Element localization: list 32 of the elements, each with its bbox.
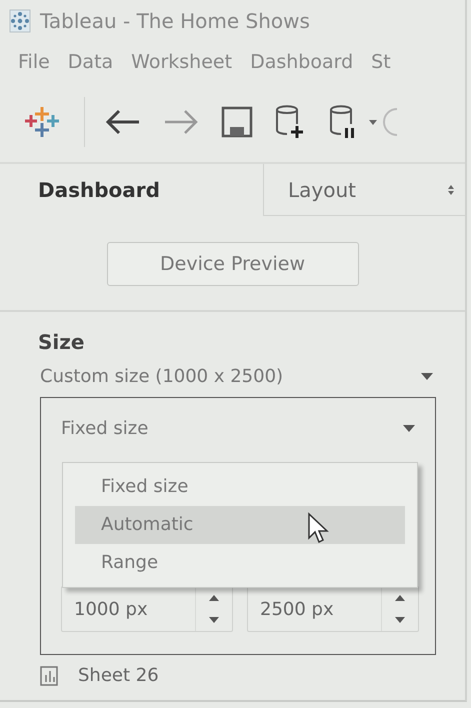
window-title: Tableau - The Home Shows (40, 9, 310, 33)
device-preview-button[interactable]: Device Preview (106, 242, 358, 286)
size-dropdown[interactable]: Custom size (1000 x 2500) (40, 366, 433, 387)
menu-item[interactable]: Dashboard (250, 51, 354, 73)
menu-item[interactable]: St (371, 51, 391, 73)
logo-icon[interactable] (24, 105, 60, 139)
menu-option[interactable]: Range (75, 544, 405, 582)
save-icon[interactable] (221, 106, 253, 138)
down-arrow-icon[interactable] (395, 617, 405, 623)
back-icon[interactable] (105, 109, 141, 135)
down-arrow-icon[interactable] (209, 617, 219, 623)
panel-tab[interactable]: Dashboard (0, 164, 263, 216)
sheet-icon (40, 666, 58, 686)
caret-icon (403, 425, 415, 432)
panel-tab[interactable]: Layout (263, 164, 465, 216)
number-spinner[interactable]: 2500 px (247, 586, 419, 632)
up-arrow-icon[interactable] (209, 595, 219, 601)
caret-icon[interactable] (369, 120, 377, 124)
updown-icon (447, 184, 455, 196)
cursor-icon (307, 512, 329, 544)
section-heading: Size (37, 329, 86, 354)
size-mode-dropdown[interactable]: Fixed size (61, 398, 415, 439)
menu-item[interactable]: File (18, 51, 50, 73)
app-icon (8, 8, 32, 34)
caret-icon (421, 373, 433, 380)
menu-item[interactable]: Worksheet (131, 51, 232, 73)
up-arrow-icon[interactable] (395, 595, 405, 601)
menu-option[interactable]: Automatic (75, 506, 405, 544)
sheet-name[interactable]: Sheet 26 (78, 665, 159, 686)
menu-option[interactable]: Fixed size (75, 468, 405, 506)
menu-item[interactable]: Data (68, 51, 114, 73)
number-spinner[interactable]: 1000 px (61, 586, 233, 632)
